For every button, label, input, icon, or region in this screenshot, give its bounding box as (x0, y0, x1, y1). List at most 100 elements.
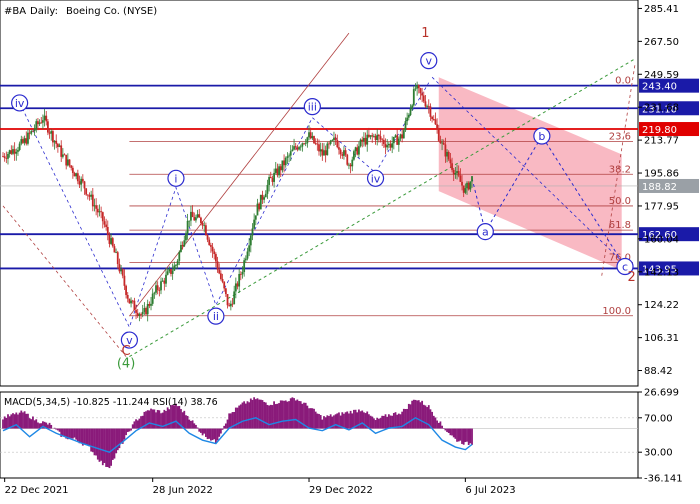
macd-bar (431, 412, 433, 429)
macd-bar (104, 429, 106, 463)
macd-bar (245, 404, 247, 429)
candle-body (445, 144, 447, 156)
candle-body (49, 133, 51, 134)
candle-body (20, 139, 22, 144)
macd-bar (198, 429, 200, 432)
macd-bar (318, 414, 320, 429)
candle-body (290, 151, 292, 155)
y-tick-label: 249.59 (644, 70, 679, 81)
macd-bar (133, 421, 135, 428)
y-tick-label: 285.41 (644, 4, 679, 15)
macd-bar (77, 429, 79, 442)
candle-body (150, 304, 152, 306)
candle-body (255, 215, 257, 219)
candle-body (130, 301, 132, 304)
macd-bar (335, 414, 337, 428)
candle-body (433, 119, 435, 120)
macd-bar (298, 401, 300, 429)
candle-body (416, 85, 418, 88)
y-tick-label: 142.13 (644, 267, 679, 278)
macd-bar (97, 429, 99, 460)
candle-body (376, 135, 378, 140)
candle-body (2, 156, 4, 157)
macd-bar (351, 413, 353, 428)
candle-body (418, 85, 420, 88)
macd-bar (225, 424, 227, 429)
macd-bar (69, 429, 71, 438)
candle-body (155, 285, 157, 292)
candle-body (105, 225, 107, 227)
candle-body (361, 140, 363, 142)
y-tick-label: 267.50 (644, 37, 679, 48)
wave-label-text: iv (371, 172, 381, 185)
candle-body (17, 150, 19, 152)
candle-body (306, 137, 308, 143)
candle-body (72, 168, 74, 173)
candle-body (370, 135, 372, 137)
wave-label-text: iii (308, 101, 317, 114)
candle-body (147, 304, 149, 314)
macd-bar (170, 405, 172, 428)
candle-body (220, 273, 222, 279)
candle-body (436, 124, 438, 129)
candle-body (230, 304, 232, 307)
macd-bar (280, 400, 282, 428)
candle-body (456, 171, 458, 173)
macd-bar (114, 429, 116, 459)
candle-body (24, 138, 26, 143)
macd-bar (24, 411, 26, 428)
candle-body (190, 212, 192, 221)
macd-bar (453, 429, 455, 438)
indicator-tick-label: 26.699 (644, 388, 679, 399)
candle-body (117, 252, 119, 264)
candle-body (345, 150, 347, 155)
chart-window: 0.023.638.250.061.876.0100.0243.40231.10… (0, 0, 700, 500)
candle-body (413, 89, 415, 105)
macd-bar (282, 400, 284, 428)
candle-body (62, 154, 64, 156)
macd-bar (85, 429, 87, 445)
macd-bar (326, 415, 328, 428)
candle-body (325, 150, 327, 155)
macd-bar (2, 419, 4, 428)
wave-label-text: a (482, 226, 489, 239)
candle-body (278, 166, 280, 175)
candle-body (313, 136, 315, 143)
candle-body (395, 135, 397, 137)
candle-body (454, 173, 456, 175)
macd-bar (360, 411, 362, 428)
macd-bar (202, 429, 204, 436)
candle-body (37, 121, 39, 124)
candle-body (464, 188, 466, 193)
macd-bar (320, 415, 322, 429)
candle-body (243, 260, 245, 272)
candle-body (331, 140, 333, 141)
candle-body (328, 144, 330, 145)
candle-body (380, 136, 382, 139)
macd-bar (386, 417, 388, 429)
candle-body (471, 176, 473, 181)
candle-body (153, 293, 155, 294)
candle-body (291, 150, 293, 152)
wave-label-text: (4) (117, 357, 135, 372)
macd-bar (395, 412, 397, 428)
candle-body (60, 145, 62, 156)
candle-body (371, 135, 373, 136)
wave-label-text: v (426, 55, 433, 68)
macd-bar (321, 420, 323, 429)
candle-body (378, 135, 380, 136)
macd-bar (207, 429, 209, 440)
x-tick-label: 22 Dec 2021 (5, 485, 69, 496)
macd-bar (433, 416, 435, 429)
candle-body (391, 143, 393, 147)
candle-body (208, 240, 210, 245)
candle-body (260, 195, 262, 209)
macd-bar (185, 415, 187, 428)
macd-bar (343, 414, 345, 429)
candle-body (363, 138, 365, 141)
candle-body (308, 132, 310, 137)
candle-body (99, 211, 101, 212)
y-tick-label: 213.77 (644, 136, 679, 147)
macd-bar (385, 414, 387, 428)
candle-body (373, 136, 375, 137)
